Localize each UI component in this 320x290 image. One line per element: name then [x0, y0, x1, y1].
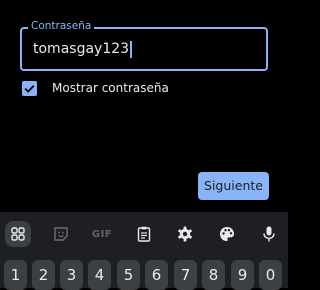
gif-button[interactable]: GIF: [90, 222, 114, 246]
gear-icon[interactable]: [173, 222, 197, 246]
key-5[interactable]: 5: [117, 260, 140, 290]
next-button[interactable]: Siguiente: [198, 172, 269, 200]
grid-icon[interactable]: [5, 221, 31, 247]
palette-icon[interactable]: [215, 222, 239, 246]
password-field-label: Contraseña: [28, 19, 95, 33]
key-0[interactable]: 0: [259, 260, 282, 290]
key-8[interactable]: 8: [202, 260, 225, 290]
key-9[interactable]: 9: [231, 260, 254, 290]
password-input[interactable]: tomasgay123: [33, 40, 132, 58]
number-row: 1 2 3 4 5 6 7 8 9 0: [0, 260, 288, 290]
password-value: tomasgay123: [33, 41, 130, 57]
keyboard: GIF 1 2 3 4 5 6 7 8 9 0: [0, 212, 288, 290]
checkmark-icon: [24, 84, 35, 93]
key-3[interactable]: 3: [60, 260, 83, 290]
key-1[interactable]: 1: [4, 260, 27, 290]
clipboard-icon[interactable]: [132, 222, 156, 246]
sticker-icon[interactable]: [49, 222, 73, 246]
key-6[interactable]: 6: [145, 260, 168, 290]
show-password-label[interactable]: Mostrar contraseña: [52, 80, 169, 96]
show-password-checkbox[interactable]: [22, 81, 37, 96]
key-7[interactable]: 7: [174, 260, 197, 290]
text-caret: [130, 40, 132, 58]
password-screen: tomasgay123 Contraseña Mostrar contraseñ…: [0, 0, 288, 212]
gif-label: GIF: [91, 228, 113, 240]
password-field[interactable]: tomasgay123: [20, 27, 268, 71]
key-4[interactable]: 4: [88, 260, 111, 290]
key-2[interactable]: 2: [32, 260, 55, 290]
keyboard-toolbar: GIF: [0, 212, 288, 256]
microphone-icon[interactable]: [257, 222, 281, 246]
